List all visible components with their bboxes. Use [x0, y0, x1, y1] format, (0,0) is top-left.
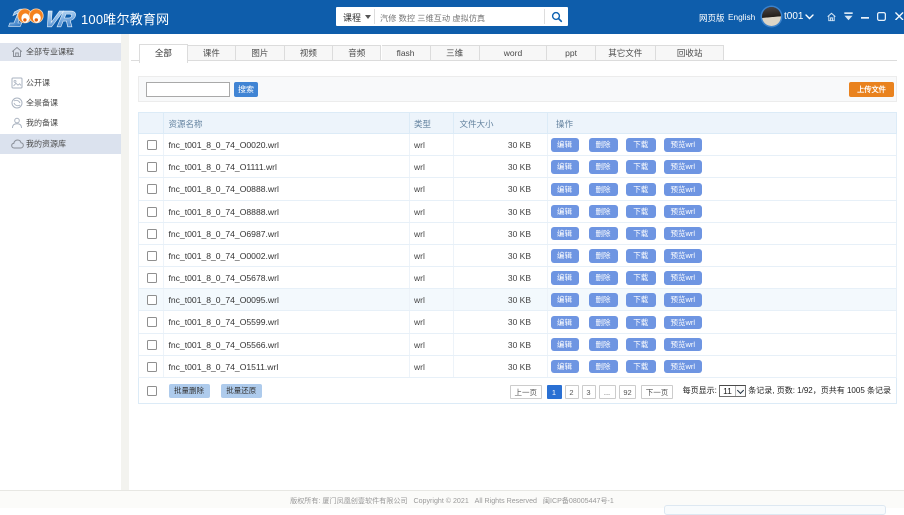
svg-text:VR: VR	[42, 7, 77, 30]
